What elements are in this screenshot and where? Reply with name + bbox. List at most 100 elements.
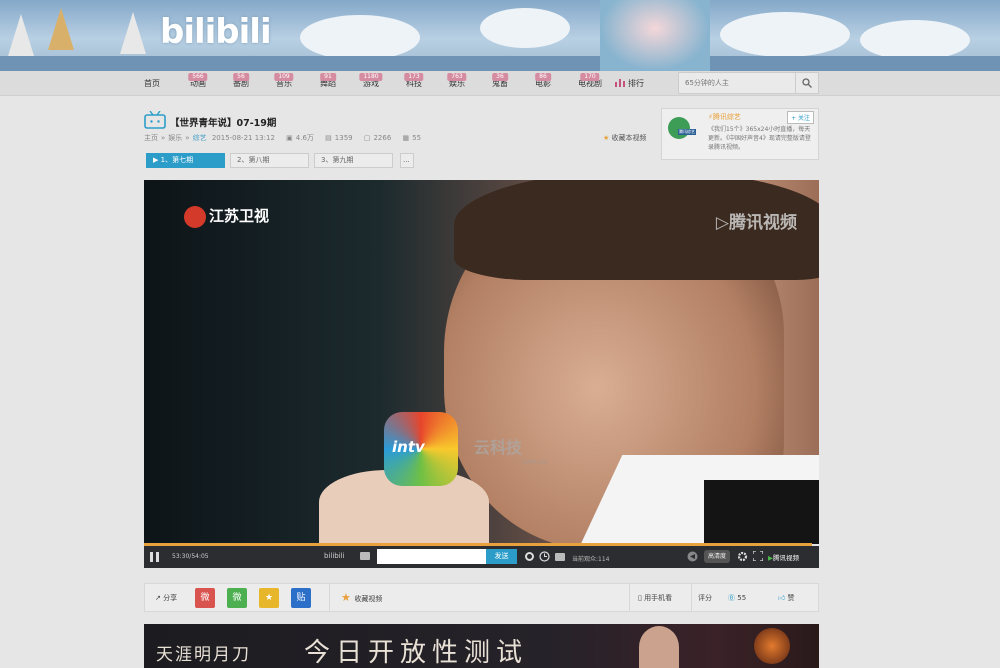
gear-icon[interactable] bbox=[737, 551, 748, 562]
cloud-decoration bbox=[480, 8, 570, 48]
sail-decoration bbox=[8, 14, 34, 56]
pause-icon[interactable] bbox=[150, 552, 159, 562]
nav-count-badge: 109 bbox=[274, 73, 294, 81]
uploader-avatar[interactable] bbox=[668, 117, 690, 139]
viewer-count: 当前观众:114 bbox=[572, 556, 610, 563]
rating-label: 评分 bbox=[698, 594, 712, 602]
nav-item-tv-series[interactable]: 170 电视剧 bbox=[578, 73, 602, 89]
player-brand-logo: bilibili bbox=[324, 552, 345, 560]
breadcrumb: 主页» 娱乐» 综艺 2015-08-21 13:12 ▣ 4.6万 ▤ 1359 ▢ 2… bbox=[144, 134, 422, 142]
nav-count-badge: 170 bbox=[580, 73, 600, 81]
danmaku-input[interactable] bbox=[377, 549, 486, 564]
chat-icon[interactable] bbox=[555, 553, 565, 561]
coin-icon: Ⓑ bbox=[728, 594, 738, 602]
fullscreen-icon[interactable] bbox=[753, 551, 763, 561]
nav-count-badge: 1180 bbox=[359, 73, 383, 81]
breadcrumb-variety[interactable]: 综艺 bbox=[193, 134, 207, 142]
episode-tab-1[interactable]: ▶ 1、第七期 bbox=[146, 153, 225, 168]
ad-lantern-image bbox=[754, 628, 790, 664]
breadcrumb-home[interactable]: 主页 bbox=[144, 134, 158, 142]
intv-subtext: com.cn bbox=[522, 458, 548, 466]
nav-count-badge: 173 bbox=[404, 73, 424, 81]
divider bbox=[629, 584, 630, 611]
episode-tab-3[interactable]: 3、第九期 bbox=[314, 153, 393, 168]
settings-icon[interactable] bbox=[524, 551, 535, 562]
divider bbox=[691, 584, 692, 611]
ad-character-image bbox=[639, 626, 679, 668]
tieba-share-button[interactable]: 贴 bbox=[291, 588, 311, 608]
player-controls: 53:30/54:05 bilibili 发送 当前观众:114 高清度 ▶腾讯… bbox=[144, 546, 819, 568]
danmaku-toggle-icon[interactable] bbox=[360, 552, 370, 560]
coin-count: 55 bbox=[412, 134, 422, 142]
nav-count-badge: 56 bbox=[233, 73, 249, 81]
nav-item-animation[interactable]: 566 动画 bbox=[188, 73, 208, 89]
danmaku-count-icon: ▤ bbox=[325, 134, 332, 142]
nav-count-badge: 36 bbox=[492, 73, 508, 81]
play-logo-icon: ▷ bbox=[715, 213, 729, 233]
upload-date: 2015-08-21 13:12 bbox=[211, 134, 275, 142]
nav-item-home[interactable]: 首页 bbox=[144, 78, 160, 89]
episode-tab-2[interactable]: 2、第八期 bbox=[230, 153, 309, 168]
channel-logo: 江苏卫视 bbox=[184, 205, 269, 228]
favorite-count-icon: ▢ bbox=[363, 134, 371, 142]
nav-count-badge: 86 bbox=[535, 73, 551, 81]
nav-item-kichiku[interactable]: 36 鬼畜 bbox=[492, 73, 508, 89]
search-box bbox=[678, 72, 819, 94]
share-label: ↗ 分享 bbox=[155, 594, 178, 602]
uploader-card: 腾讯综艺 ⚡腾讯综艺 + 关注 《我们15个》365x24小时直播，每天更新。《… bbox=[661, 108, 819, 160]
video-title: 【世界青年说】07-19期 bbox=[170, 118, 277, 129]
favorite-count: 2266 bbox=[373, 134, 392, 142]
search-icon bbox=[802, 78, 812, 88]
intv-text: 云科技 bbox=[474, 438, 523, 457]
share-bar: ↗ 分享 微 微 ★ 贴 ★ 收藏视频 ▯ 用手机看 评分 Ⓑ 55 👍︎ 赞 bbox=[144, 583, 819, 612]
coin-button[interactable]: Ⓑ 55 bbox=[728, 593, 746, 603]
share-icon: ↗ bbox=[155, 594, 164, 602]
wechat-share-button[interactable]: 微 bbox=[227, 588, 247, 608]
collect-button[interactable]: ★ 收藏视频 bbox=[341, 591, 382, 604]
thumbs-up-icon: 👍︎ bbox=[778, 594, 788, 602]
bar-chart-icon bbox=[615, 79, 625, 87]
sail-decoration bbox=[120, 12, 146, 54]
nav-item-game[interactable]: 1180 游戏 bbox=[359, 73, 383, 89]
nav-item-dance[interactable]: 91 舞蹈 bbox=[320, 73, 336, 89]
favorite-link[interactable]: ★ 收藏本视频 bbox=[603, 133, 647, 143]
nav-item-movie[interactable]: 86 电影 bbox=[535, 73, 551, 89]
uploader-logo: 腾讯综艺 bbox=[678, 129, 696, 135]
like-button[interactable]: 👍︎ 赞 bbox=[778, 593, 795, 603]
play-count: 4.6万 bbox=[295, 134, 314, 142]
game-ad-banner[interactable]: 天涯明月刀 今日开放性测试 bbox=[144, 624, 819, 668]
nav-item-tech[interactable]: 173 科技 bbox=[404, 73, 424, 89]
coin-count-icon: ▦ bbox=[402, 134, 410, 142]
qzone-share-button[interactable]: ★ bbox=[259, 588, 279, 608]
divider bbox=[329, 584, 330, 611]
breadcrumb-entertainment[interactable]: 娱乐 bbox=[168, 134, 182, 142]
search-input[interactable] bbox=[679, 73, 794, 93]
intv-logo: intv bbox=[384, 412, 458, 486]
share-arrow-icon[interactable] bbox=[687, 551, 698, 562]
clock-icon[interactable] bbox=[539, 551, 550, 562]
site-logo[interactable]: bilibili bbox=[160, 12, 272, 52]
quality-button[interactable]: 高清度 bbox=[704, 550, 731, 563]
channel-logo-mark bbox=[184, 205, 206, 228]
tencent-watermark: ▷腾讯视频 bbox=[715, 213, 797, 233]
video-frame[interactable]: 江苏卫视 ▷腾讯视频 intv 云科技 com.cn bbox=[144, 180, 819, 544]
uploader-name[interactable]: ⚡腾讯综艺 bbox=[708, 112, 741, 122]
follow-button[interactable]: + 关注 bbox=[787, 111, 814, 124]
main-nav: 首页 566 动画 56 番剧 109 音乐 91 舞蹈 1180 游戏 173 科技 76… bbox=[0, 71, 1000, 96]
nav-count-badge: 91 bbox=[320, 73, 336, 81]
tencent-video-link[interactable]: ▶腾讯视频 bbox=[768, 552, 799, 562]
cloud-decoration bbox=[720, 12, 850, 57]
mobile-watch-button[interactable]: ▯ 用手机看 bbox=[638, 593, 672, 603]
episode-more[interactable]: ... bbox=[400, 153, 414, 168]
search-button[interactable] bbox=[795, 73, 818, 93]
weibo-share-button[interactable]: 微 bbox=[195, 588, 215, 608]
nav-item-bangumi[interactable]: 56 番剧 bbox=[233, 73, 249, 89]
nav-item-ranking[interactable]: 排行 bbox=[615, 78, 644, 89]
nav-item-entertainment[interactable]: 763 娱乐 bbox=[447, 73, 467, 89]
uploader-description: 《我们15个》365x24小时直播，每天更新。《中国好声音4》现请完整版请登录腾… bbox=[708, 126, 811, 151]
cloud-decoration bbox=[300, 15, 420, 60]
send-button[interactable]: 发送 bbox=[486, 549, 517, 564]
video-subject-suit bbox=[704, 480, 819, 544]
nav-item-music[interactable]: 109 音乐 bbox=[274, 73, 294, 89]
header-banner: bilibili bbox=[0, 0, 1000, 71]
